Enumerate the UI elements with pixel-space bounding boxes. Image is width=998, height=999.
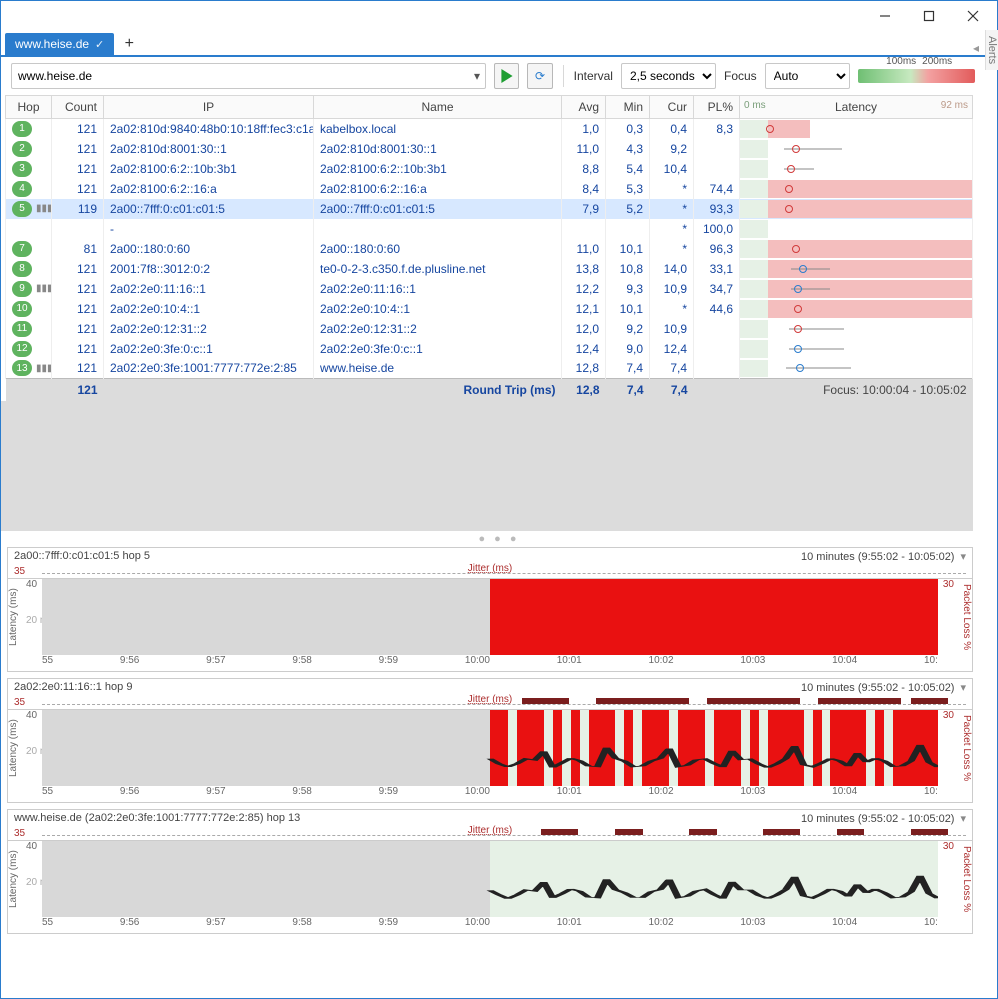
col-latency[interactable]: 0 msLatency92 ms [740, 96, 973, 119]
table-row[interactable]: 11212a02:810d:9840:48b0:10:18ff:fec3:c1a… [6, 119, 973, 139]
col-hop[interactable]: Hop [6, 96, 52, 119]
alerts-panel-toggle[interactable]: Alerts [985, 30, 998, 70]
col-avg[interactable]: Avg [562, 96, 606, 119]
tab-ok-icon: ✓ [95, 38, 104, 51]
jitter-strip: 35Jitter (ms) [8, 696, 972, 710]
gauge-lo: 100ms [886, 56, 916, 67]
latency-cell [740, 299, 973, 319]
start-button[interactable] [494, 63, 519, 89]
maximize-button[interactable] [907, 2, 951, 30]
latency-gauge: 100ms 200ms [858, 69, 975, 83]
table-row[interactable]: 101212a02:2e0:10:4::12a02:2e0:10:4::112,… [6, 299, 973, 319]
toolbar: ▾ ⟳ Interval 2,5 seconds Focus Auto 100m… [1, 57, 997, 95]
chart-menu-icon[interactable]: ▾ [960, 812, 966, 825]
plot-area[interactable]: Latency (ms)Packet Loss %4020 ms30559:56… [8, 579, 972, 671]
table-row[interactable]: -*100,0 [6, 219, 973, 239]
latency-cell [740, 139, 973, 159]
hop-badge: 5 [12, 201, 32, 217]
plot-area[interactable]: Latency (ms)Packet Loss %4020 ms30559:56… [8, 710, 972, 802]
hop-badge: 11 [12, 321, 32, 337]
table-row[interactable]: 5▮▮▮1192a00::7fff:0:c01:c01:52a00::7fff:… [6, 199, 973, 219]
focus-select[interactable]: Auto [765, 63, 850, 89]
interval-select[interactable]: 2,5 seconds [621, 63, 716, 89]
col-name[interactable]: Name [314, 96, 562, 119]
splitter-handle[interactable]: ● ● ● [1, 531, 997, 547]
hop-badge: 8 [12, 261, 32, 277]
timeline-chart[interactable]: 2a00::7fff:0:c01:c01:5 hop 5 10 minutes (… [7, 547, 973, 672]
jitter-strip: 35Jitter (ms) [8, 565, 972, 579]
chart-title: 2a00::7fff:0:c01:c01:5 hop 5 [14, 550, 150, 563]
hop-badge: 1 [12, 121, 32, 137]
focus-label: Focus [724, 69, 757, 83]
chart-title: www.heise.de (2a02:2e0:3fe:1001:7777:772… [14, 812, 300, 825]
host-input[interactable] [11, 63, 486, 89]
tab-bar: www.heise.de✓ + ◂▸ [1, 31, 997, 57]
reset-button[interactable]: ⟳ [527, 63, 552, 89]
latency-cell [740, 319, 973, 339]
interval-label: Interval [574, 69, 613, 83]
tab-heise[interactable]: www.heise.de ✓ [5, 33, 114, 55]
new-tab-button[interactable]: + [118, 33, 140, 55]
timeline-chart[interactable]: www.heise.de (2a02:2e0:3fe:1001:7777:772… [7, 809, 973, 934]
minimize-button[interactable] [863, 2, 907, 30]
table-row[interactable]: 81212001:7f8::3012:0:2te0-0-2-3.c350.f.d… [6, 259, 973, 279]
chart-range: 10 minutes (9:55:02 - 10:05:02) [801, 551, 954, 563]
gauge-hi: 200ms [922, 56, 952, 67]
table-row[interactable]: 7812a00::180:0:602a00::180:0:6011,010,1*… [6, 239, 973, 259]
latency-cell [740, 159, 973, 179]
latency-cell [740, 119, 973, 139]
hop-badge: 2 [12, 141, 32, 157]
bars-icon: ▮▮▮ [36, 363, 52, 374]
col-ip[interactable]: IP [104, 96, 314, 119]
tab-label: www.heise.de [15, 37, 89, 51]
latency-cell [740, 219, 973, 239]
tab-scroll-left-icon[interactable]: ◂ [973, 41, 979, 55]
chart-range: 10 minutes (9:55:02 - 10:05:02) [801, 813, 954, 825]
bars-icon: ▮▮▮ [36, 283, 52, 294]
table-row[interactable]: 9▮▮▮1212a02:2e0:11:16::12a02:2e0:11:16::… [6, 279, 973, 299]
jitter-strip: 35Jitter (ms) [8, 827, 972, 841]
summary-row: 121 Round Trip (ms) 12,8 7,4 7,4 Focus: … [6, 379, 973, 402]
close-button[interactable] [951, 2, 995, 30]
summary-count: 121 [52, 379, 104, 402]
table-row[interactable]: 31212a02:8100:6:2::10b:3b12a02:8100:6:2:… [6, 159, 973, 179]
chart-menu-icon[interactable]: ▾ [960, 681, 966, 694]
hop-badge: 12 [12, 341, 32, 357]
latency-cell [740, 259, 973, 279]
summary-label: Round Trip (ms) [314, 379, 562, 402]
col-min[interactable]: Min [606, 96, 650, 119]
col-pl[interactable]: PL% [694, 96, 740, 119]
hop-badge: 4 [12, 181, 32, 197]
timeline-chart[interactable]: 2a02:2e0:11:16::1 hop 9 10 minutes (9:55:… [7, 678, 973, 803]
latency-cell [740, 179, 973, 199]
hop-badge: 7 [12, 241, 32, 257]
hop-badge: 3 [12, 161, 32, 177]
col-cur[interactable]: Cur [650, 96, 694, 119]
latency-cell [740, 279, 973, 299]
latency-cell [740, 359, 973, 379]
chart-menu-icon[interactable]: ▾ [960, 550, 966, 563]
table-row[interactable]: 111212a02:2e0:12:31::22a02:2e0:12:31::21… [6, 319, 973, 339]
empty-space [1, 401, 973, 531]
bars-icon: ▮▮▮ [36, 203, 52, 214]
hop-badge: 10 [12, 301, 32, 317]
col-count[interactable]: Count [52, 96, 104, 119]
plot-area[interactable]: Latency (ms)Packet Loss %4020 ms30559:56… [8, 841, 972, 933]
table-row[interactable]: 21212a02:810d:8001:30::12a02:810d:8001:3… [6, 139, 973, 159]
hop-badge: 9 [12, 281, 32, 297]
table-row[interactable]: 121212a02:2e0:3fe:0:c::12a02:2e0:3fe:0:c… [6, 339, 973, 359]
chart-range: 10 minutes (9:55:02 - 10:05:02) [801, 682, 954, 694]
separator [563, 65, 564, 87]
window-titlebar [1, 1, 997, 31]
latency-cell [740, 199, 973, 219]
table-row[interactable]: 13▮▮▮1212a02:2e0:3fe:1001:7777:772e:2:85… [6, 359, 973, 379]
hop-badge: 13 [12, 360, 32, 376]
latency-cell [740, 239, 973, 259]
latency-cell [740, 339, 973, 359]
summary-focus: Focus: 10:00:04 - 10:05:02 [740, 379, 973, 402]
table-row[interactable]: 41212a02:8100:6:2::16:a2a02:8100:6:2::16… [6, 179, 973, 199]
chart-title: 2a02:2e0:11:16::1 hop 9 [14, 681, 132, 694]
table-header-row[interactable]: Hop Count IP Name Avg Min Cur PL% 0 msLa… [6, 96, 973, 119]
hops-table: Hop Count IP Name Avg Min Cur PL% 0 msLa… [5, 95, 973, 401]
